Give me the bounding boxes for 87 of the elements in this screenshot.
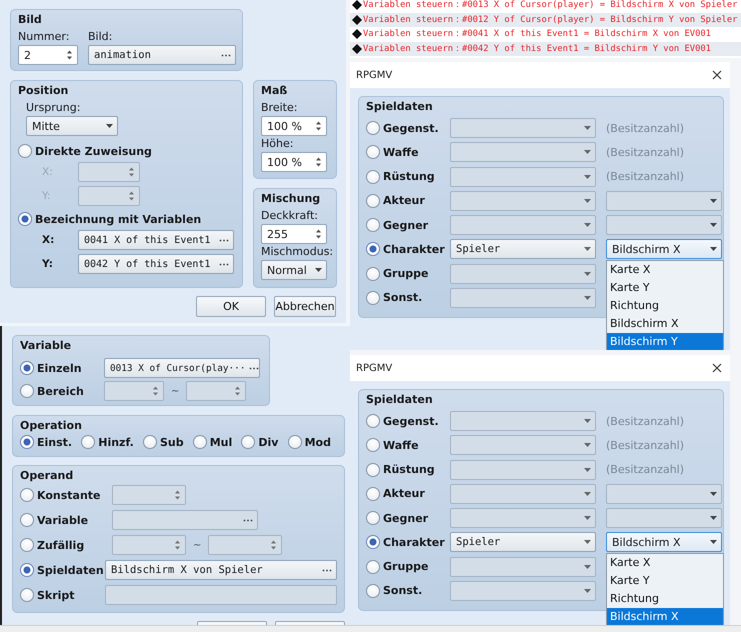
variable-picker[interactable]: 0013 X of Cursor(play··· (104, 358, 260, 378)
radio-option[interactable]: Rüstung (366, 462, 450, 477)
radio-option[interactable]: Gruppe (366, 560, 450, 574)
list-option[interactable]: Bildschirm X (607, 608, 723, 625)
radio-option[interactable]: Gegenst. (366, 414, 450, 428)
radio-option[interactable]: Mod (288, 435, 331, 449)
radio-option[interactable]: Bereich (20, 384, 104, 398)
group-title: Variable (20, 339, 72, 352)
radio-option[interactable]: Einzeln (20, 361, 104, 375)
radio-option[interactable]: Akteur (366, 194, 450, 208)
radio-option[interactable]: Gruppe (366, 266, 450, 281)
radio-option[interactable]: Variable (20, 513, 112, 527)
number-spinbox[interactable]: 2 (18, 45, 78, 65)
list-option[interactable]: Richtung (607, 297, 723, 316)
radio-option[interactable]: Waffe (366, 438, 450, 452)
opacity-spinbox[interactable]: 255 (261, 224, 327, 244)
group-title: Operand (20, 469, 74, 482)
count-note: (Besitzanzahl) (606, 463, 684, 476)
count-note: (Besitzanzahl) (606, 170, 684, 184)
radio-option[interactable]: Mul (192, 435, 232, 449)
group-title: Mischung (261, 192, 320, 205)
range-separator: ~ (171, 386, 180, 396)
field-label: Deckkraft: (261, 209, 318, 222)
list-option[interactable]: Bildschirm Y (607, 333, 723, 350)
count-note: (Besitzanzahl) (606, 414, 684, 428)
field-label: Bild: (88, 30, 112, 43)
list-option[interactable]: Karte Y (607, 279, 723, 298)
radio-option[interactable]: Charakter (366, 242, 450, 256)
dropdown[interactable]: Bildschirm X (606, 239, 722, 260)
radio-option[interactable]: Einst. (20, 435, 72, 449)
list-option[interactable]: Bildschirm X (607, 315, 723, 334)
percent-spinbox[interactable]: 100 % (261, 116, 327, 136)
field-label: Breite: (261, 101, 298, 114)
field-label: X: (41, 234, 56, 246)
radio-option[interactable]: Rüstung (366, 170, 450, 184)
radio-option[interactable]: Sub (142, 435, 184, 449)
range-separator: ~ (193, 540, 202, 550)
radio-option[interactable]: Akteur (366, 486, 450, 501)
dropdown[interactable]: Spieler (450, 532, 596, 552)
variable-picker[interactable]: 0042 Y of this Event1 (78, 254, 234, 274)
radio-option[interactable]: Gegner (366, 511, 450, 526)
field-label: Y: (41, 258, 54, 270)
radio-option[interactable]: Div (241, 435, 278, 449)
dropdown[interactable]: Bildschirm X (606, 532, 722, 552)
percent-spinbox[interactable]: 100 % (261, 152, 327, 172)
radio-option[interactable]: Bezeichnung mit Variablen (18, 212, 235, 226)
dropdown[interactable]: Normal (261, 260, 327, 280)
dropdown[interactable]: Mitte (26, 116, 118, 136)
radio-option[interactable]: Sonst. (366, 290, 450, 305)
dialog-button[interactable]: OK (196, 296, 266, 317)
command-line[interactable]: Variablen steuern：#0041 X of this Event1 = Bildschirm X von EV001 (350, 27, 741, 42)
list-option[interactable]: Richtung (607, 590, 723, 608)
list-option[interactable]: Karte X (607, 261, 723, 280)
group-title: Maß (261, 84, 288, 97)
field-label: Ursprung: (26, 101, 80, 114)
group-title: Bild (18, 13, 42, 26)
radio-option[interactable]: Sonst. (366, 584, 450, 598)
radio-option[interactable]: Hinzf. (81, 435, 134, 449)
radio-option[interactable]: Gegenst. (366, 121, 450, 136)
field-label: Höhe: (261, 137, 294, 150)
radio-option[interactable]: Zufällig (20, 538, 112, 552)
window-title: RPGMV (356, 362, 392, 374)
window-title: RPGMV (356, 70, 392, 80)
count-note: (Besitzanzahl) (606, 438, 684, 452)
list-option[interactable]: Karte X (607, 554, 723, 572)
command-line[interactable]: Variablen steuern：#0013 X of Cursor(player) = Bildschirm X von Spieler (350, 0, 741, 12)
count-note: (Besitzanzahl) (606, 146, 684, 159)
picker-field[interactable]: Bildschirm X von Spieler (105, 560, 337, 580)
radio-option[interactable]: Skript (20, 588, 105, 602)
group-title: Operation (20, 419, 82, 432)
radio-option[interactable]: Direkte Zuweisung (18, 144, 235, 158)
group-title: Spieldaten (366, 100, 433, 113)
radio-option[interactable]: Spieldaten (20, 563, 105, 577)
radio-option[interactable]: Charakter (366, 535, 450, 550)
dialog-button[interactable]: Abbrechen (274, 296, 336, 317)
field-label: Nummer: (18, 30, 70, 43)
field-label: Mischmodus: (261, 245, 334, 258)
picker-field[interactable]: animation (88, 45, 236, 65)
radio-option[interactable]: Waffe (366, 145, 450, 160)
group-title: Spieldaten (366, 393, 433, 406)
radio-option[interactable]: Konstante (20, 488, 112, 502)
list-option[interactable]: Karte Y (607, 572, 723, 590)
variable-picker[interactable]: 0041 X of this Event1 (78, 230, 234, 250)
dropdown[interactable]: Spieler (450, 239, 596, 260)
radio-option[interactable]: Gegner (366, 218, 450, 232)
group-title: Position (18, 84, 68, 97)
count-note: (Besitzanzahl) (606, 122, 684, 135)
